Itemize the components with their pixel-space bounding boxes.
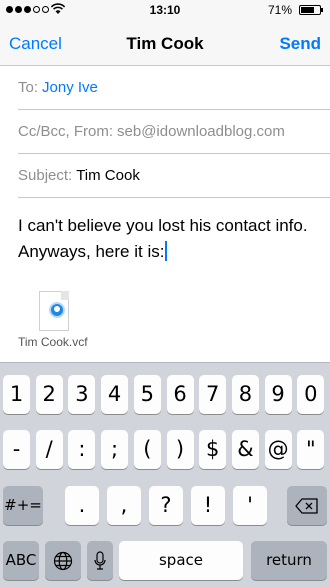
vcf-attachment[interactable]: Tim Cook.vcf bbox=[18, 288, 118, 358]
compose-area: To: Jony Ive Cc/Bcc, From: seb@idownloadbl… bbox=[0, 66, 330, 362]
microphone-icon bbox=[94, 551, 106, 570]
symbols-key[interactable]: #+= bbox=[3, 486, 43, 525]
punctuation-key[interactable]: , bbox=[107, 486, 141, 525]
to-field[interactable]: To: Jony Ive bbox=[18, 66, 330, 110]
send-button[interactable]: Send bbox=[279, 34, 321, 54]
nav-bar: Cancel Tim Cook Send bbox=[0, 20, 330, 66]
subject-label: Subject: bbox=[18, 167, 73, 184]
punctuation-key[interactable]: . bbox=[65, 486, 99, 525]
number-key[interactable]: 8 bbox=[231, 375, 259, 414]
message-body[interactable]: I can't believe you lost his contact inf… bbox=[18, 213, 316, 265]
subject-input[interactable]: Tim Cook bbox=[76, 167, 140, 184]
from-address[interactable]: seb@idownloadblog.com bbox=[117, 123, 285, 140]
symbol-key[interactable]: : bbox=[68, 430, 96, 469]
number-key[interactable]: 1 bbox=[3, 375, 30, 414]
message-body-text: I can't believe you lost his contact inf… bbox=[18, 216, 308, 261]
symbol-key[interactable]: @ bbox=[264, 430, 292, 469]
return-key[interactable]: return bbox=[251, 541, 327, 580]
punctuation-key[interactable]: ' bbox=[233, 486, 267, 525]
keyboard: 1234567890 - /:;() $ & @ " #+= .,?! ' ABC spac… bbox=[0, 362, 330, 587]
globe-icon bbox=[53, 551, 73, 571]
number-key[interactable]: 0 bbox=[297, 375, 325, 414]
symbol-key[interactable]: - bbox=[3, 430, 30, 469]
status-bar: 13:10 71% bbox=[0, 0, 330, 20]
cc-bcc-from-field[interactable]: Cc/Bcc, From: seb@idownloadblog.com bbox=[18, 110, 330, 154]
recipient-token[interactable]: Jony Ive bbox=[42, 79, 98, 96]
battery-icon bbox=[299, 5, 323, 15]
globe-key[interactable] bbox=[45, 541, 81, 580]
number-key[interactable]: 3 bbox=[68, 375, 96, 414]
dictation-key[interactable] bbox=[87, 541, 113, 580]
delete-key[interactable] bbox=[287, 486, 327, 525]
punctuation-key[interactable]: ! bbox=[191, 486, 225, 525]
symbol-key[interactable]: " bbox=[297, 430, 325, 469]
number-key[interactable]: 5 bbox=[133, 375, 161, 414]
abc-key[interactable]: ABC bbox=[3, 541, 39, 580]
number-key[interactable]: 4 bbox=[101, 375, 129, 414]
subject-field[interactable]: Subject: Tim Cook bbox=[18, 154, 330, 198]
punctuation-key[interactable]: ? bbox=[149, 486, 183, 525]
symbol-key[interactable]: $ bbox=[199, 430, 227, 469]
number-key[interactable]: 7 bbox=[199, 375, 227, 414]
delete-icon bbox=[295, 498, 318, 514]
cc-bcc-from-label: Cc/Bcc, From: bbox=[18, 123, 114, 140]
number-key[interactable]: 6 bbox=[166, 375, 194, 414]
symbol-key[interactable]: & bbox=[231, 430, 259, 469]
number-key[interactable]: 9 bbox=[264, 375, 292, 414]
text-cursor bbox=[165, 241, 168, 261]
space-key[interactable]: space bbox=[119, 541, 243, 580]
to-label: To: bbox=[18, 79, 39, 96]
symbol-key[interactable]: ( bbox=[133, 430, 161, 469]
symbol-key[interactable]: ; bbox=[101, 430, 129, 469]
symbol-key[interactable]: ) bbox=[166, 430, 194, 469]
contact-icon bbox=[49, 302, 65, 318]
number-key[interactable]: 2 bbox=[35, 375, 63, 414]
battery-percent: 71% bbox=[267, 3, 292, 17]
symbol-key[interactable]: / bbox=[35, 430, 63, 469]
attachment-name: Tim Cook.vcf bbox=[18, 335, 88, 349]
